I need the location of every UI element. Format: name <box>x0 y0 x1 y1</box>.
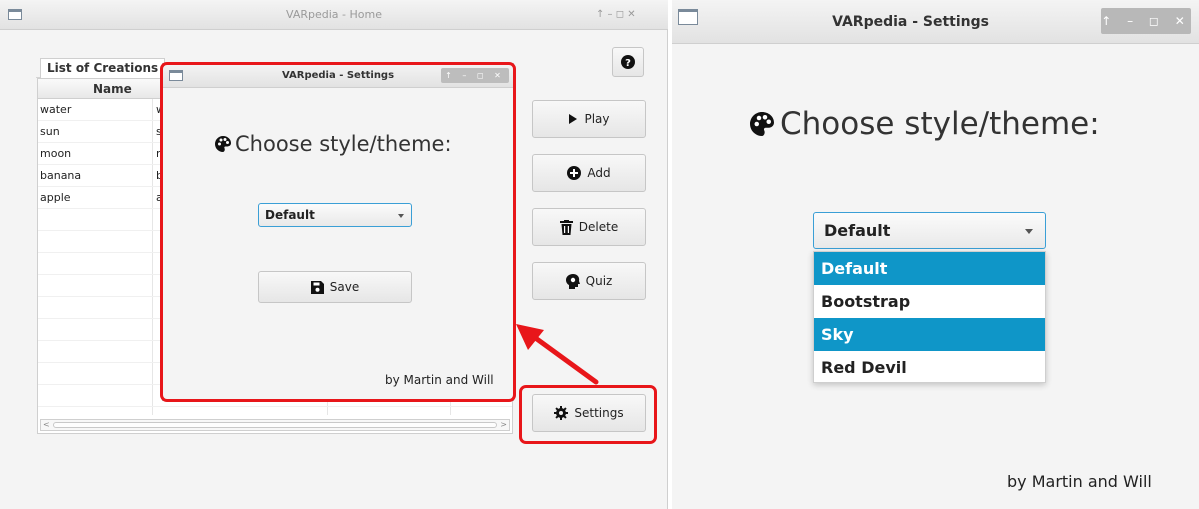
theme-option-red-devil[interactable]: Red Devil <box>814 351 1045 384</box>
cell-name: banana <box>40 169 82 182</box>
scroll-right-arrow[interactable]: > <box>500 420 507 429</box>
combo-value: Default <box>824 221 891 240</box>
tab-list-of-creations[interactable]: List of Creations <box>40 58 166 78</box>
delete-button[interactable]: Delete <box>532 208 646 246</box>
home-window-title: VARpedia - Home <box>286 8 382 21</box>
svg-text:?: ? <box>625 58 631 69</box>
highlight-settings-button <box>519 385 657 444</box>
window-controls[interactable]: ↑ – ◻ ✕ <box>596 9 636 20</box>
scroll-left-arrow[interactable]: < <box>43 420 50 429</box>
theme-combobox-expanded[interactable]: Default <box>813 212 1046 249</box>
play-icon <box>569 114 578 124</box>
heading-text: Choose style/theme: <box>780 106 1100 142</box>
scrollbar-thumb[interactable] <box>53 422 497 428</box>
horizontal-scrollbar[interactable]: < > <box>40 419 510 431</box>
theme-option-sky[interactable]: Sky <box>814 318 1045 351</box>
quiz-label: Quiz <box>585 274 613 288</box>
column-header-name[interactable]: Name <box>93 82 132 96</box>
theme-option-bootstrap[interactable]: Bootstrap <box>814 285 1045 318</box>
settings-large-title-bar[interactable]: VARpedia - Settings ↑ – ◻ ✕ <box>672 0 1199 44</box>
theme-option-default[interactable]: Default <box>814 252 1045 285</box>
window-controls[interactable]: ↑ – ◻ ✕ <box>1101 8 1191 34</box>
credit-text: by Martin and Will <box>1007 472 1152 491</box>
plus-circle-icon <box>567 166 582 180</box>
chevron-down-icon <box>1025 228 1033 234</box>
cell-name: moon <box>40 147 72 160</box>
add-label: Add <box>587 166 611 180</box>
play-button[interactable]: Play <box>532 100 646 138</box>
help-icon: ? <box>621 55 635 69</box>
help-button[interactable]: ? <box>612 47 644 77</box>
add-button[interactable]: Add <box>532 154 646 192</box>
cell-name: water <box>40 103 72 116</box>
settings-large-title: VARpedia - Settings <box>832 14 989 30</box>
theme-dropdown-list: Default Bootstrap Sky Red Devil <box>813 251 1046 383</box>
palette-icon <box>750 112 774 136</box>
cell-name: sun <box>40 125 60 138</box>
trash-icon <box>559 219 573 235</box>
highlight-settings-dialog <box>160 62 516 402</box>
arrow-icon <box>516 324 599 385</box>
home-title-bar[interactable]: VARpedia - Home ↑ – ◻ ✕ <box>0 0 668 30</box>
delete-label: Delete <box>578 220 619 234</box>
theme-heading: Choose style/theme: <box>750 106 1100 142</box>
brain-head-icon <box>565 273 580 289</box>
play-label: Play <box>584 112 610 126</box>
cell-name: apple <box>40 191 71 204</box>
quiz-button[interactable]: Quiz <box>532 262 646 300</box>
